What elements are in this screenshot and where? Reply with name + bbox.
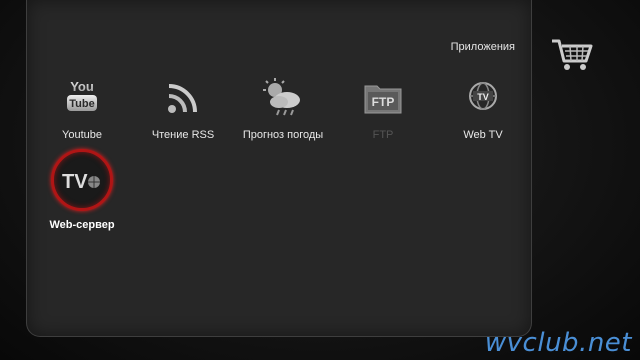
svg-text:TV: TV	[62, 171, 88, 193]
web-server-icon: TV	[62, 171, 100, 193]
app-weather[interactable]: Прогноз погоды	[233, 76, 333, 141]
web-tv-icon: TV	[469, 82, 497, 110]
rss-icon	[168, 84, 197, 113]
selection-ring: TV	[51, 149, 113, 211]
app-web-server[interactable]: TV Web-сервер	[32, 149, 132, 231]
app-youtube[interactable]: You Tube Youtube	[32, 76, 132, 141]
app-label: Web TV	[463, 129, 503, 141]
svg-text:TV: TV	[477, 92, 489, 102]
svg-text:FTP: FTP	[372, 95, 395, 109]
app-web-tv[interactable]: TV Web TV	[433, 76, 533, 141]
app-label: Прогноз погоды	[242, 129, 324, 141]
svg-text:Tube: Tube	[69, 98, 94, 110]
svg-text:You: You	[70, 79, 94, 94]
app-label: Web-сервер	[49, 219, 115, 231]
app-rss[interactable]: Чтение RSS	[133, 76, 233, 141]
shopping-cart-icon[interactable]	[550, 38, 594, 72]
app-label: Youtube	[62, 129, 102, 141]
watermark: wvclub.net	[484, 328, 632, 358]
app-ftp[interactable]: FTP FTP	[333, 76, 433, 141]
app-label: Чтение RSS	[151, 129, 215, 141]
app-label: FTP	[372, 129, 394, 141]
section-title: Приложения	[450, 41, 515, 53]
apps-panel: Приложения You Tube Youtube Чтение RSS П…	[26, 0, 532, 337]
ftp-icon: FTP	[364, 85, 402, 114]
weather-icon	[263, 78, 300, 116]
youtube-icon: You Tube	[67, 79, 97, 111]
